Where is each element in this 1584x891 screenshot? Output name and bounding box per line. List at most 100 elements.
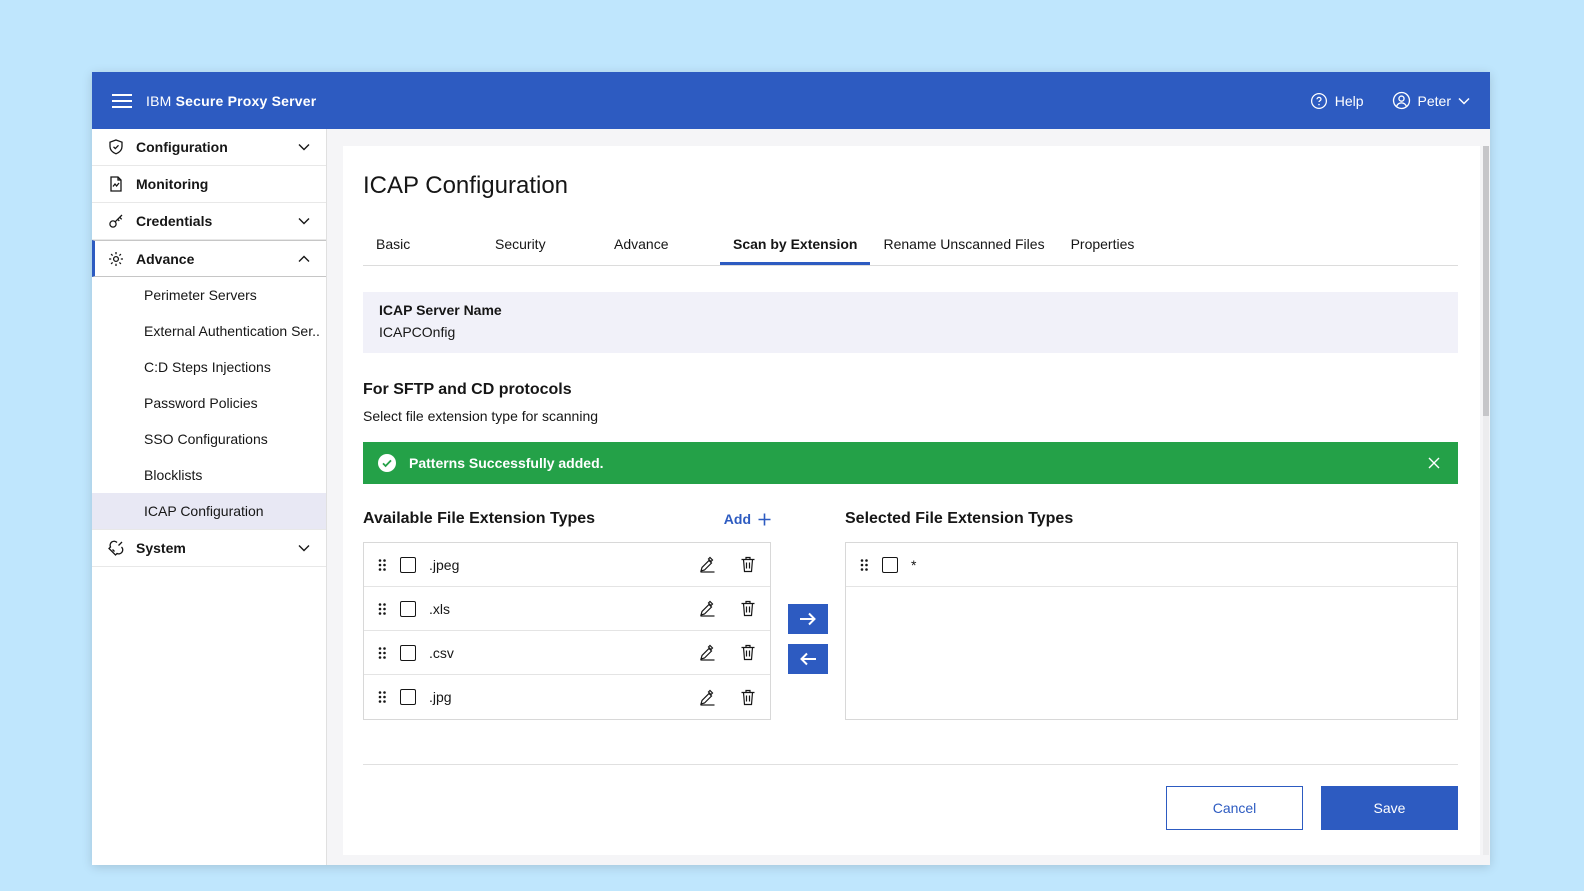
key-icon bbox=[108, 213, 124, 229]
table-row: .jpg bbox=[364, 675, 770, 719]
tools-icon bbox=[108, 540, 124, 556]
server-name-value: ICAPCOnfig bbox=[379, 324, 1442, 340]
trash-icon bbox=[740, 600, 756, 617]
extension-label: .jpeg bbox=[429, 557, 459, 573]
arrow-left-icon bbox=[799, 652, 817, 666]
sidebar-item-label: Monitoring bbox=[136, 176, 208, 192]
chevron-down-icon bbox=[298, 217, 310, 225]
sub-item-label: ICAP Configuration bbox=[144, 503, 264, 519]
sub-item-label: Password Policies bbox=[144, 395, 258, 411]
table-row: .csv bbox=[364, 631, 770, 675]
drag-handle-icon[interactable] bbox=[376, 601, 388, 617]
brand-name: Secure Proxy Server bbox=[176, 93, 317, 109]
app-window: IBM Secure Proxy Server Help Peter bbox=[92, 72, 1490, 865]
sidebar-item-external-authentication[interactable]: External Authentication Ser.. bbox=[92, 313, 326, 349]
vertical-scrollbar[interactable] bbox=[1483, 146, 1489, 855]
sidebar-item-label: Credentials bbox=[136, 213, 212, 229]
sidebar-item-cd-steps-injections[interactable]: C:D Steps Injections bbox=[92, 349, 326, 385]
sidebar-item-label: Advance bbox=[136, 251, 194, 267]
sidebar-item-icap-configuration[interactable]: ICAP Configuration bbox=[92, 493, 326, 529]
tab-scan-by-extension[interactable]: Scan by Extension bbox=[720, 224, 870, 265]
section-subtitle: Select file extension type for scanning bbox=[363, 408, 1458, 424]
extension-label: .csv bbox=[429, 645, 454, 661]
sidebar-item-password-policies[interactable]: Password Policies bbox=[92, 385, 326, 421]
user-name: Peter bbox=[1418, 93, 1451, 109]
advance-sub-menu: Perimeter Servers External Authenticatio… bbox=[92, 277, 326, 530]
table-row: .xls bbox=[364, 587, 770, 631]
sidebar-item-configuration[interactable]: Configuration bbox=[92, 129, 326, 166]
tab-advance[interactable]: Advance bbox=[601, 224, 720, 265]
chevron-down-icon bbox=[298, 143, 310, 151]
edit-button[interactable] bbox=[697, 598, 718, 619]
sidebar-item-sso-configurations[interactable]: SSO Configurations bbox=[92, 421, 326, 457]
edit-button[interactable] bbox=[697, 642, 718, 663]
tab-bar: Basic Security Advance Scan by Extension… bbox=[363, 224, 1458, 266]
edit-button[interactable] bbox=[697, 687, 718, 708]
tab-security[interactable]: Security bbox=[482, 224, 601, 265]
selected-extensions-title: Selected File Extension Types bbox=[845, 510, 1073, 528]
sub-item-label: External Authentication Ser.. bbox=[144, 323, 320, 339]
sidebar-item-blocklists[interactable]: Blocklists bbox=[92, 457, 326, 493]
drag-handle-icon[interactable] bbox=[376, 689, 388, 705]
section-title: For SFTP and CD protocols bbox=[363, 381, 1458, 399]
notification-message: Patterns Successfully added. bbox=[409, 455, 604, 471]
sidebar-item-monitoring[interactable]: Monitoring bbox=[92, 166, 326, 203]
cancel-button[interactable]: Cancel bbox=[1166, 786, 1303, 830]
row-checkbox[interactable] bbox=[400, 645, 416, 661]
row-checkbox[interactable] bbox=[400, 557, 416, 573]
row-checkbox[interactable] bbox=[882, 557, 898, 573]
move-left-button[interactable] bbox=[788, 644, 828, 674]
delete-button[interactable] bbox=[738, 598, 758, 619]
close-notification-button[interactable] bbox=[1424, 453, 1444, 473]
hamburger-icon bbox=[112, 94, 132, 108]
add-extension-button[interactable]: Add bbox=[724, 511, 771, 527]
drag-handle-icon[interactable] bbox=[376, 645, 388, 661]
trash-icon bbox=[740, 644, 756, 661]
scrollbar-thumb[interactable] bbox=[1483, 146, 1489, 416]
delete-button[interactable] bbox=[738, 687, 758, 708]
row-checkbox[interactable] bbox=[400, 689, 416, 705]
server-name-label: ICAP Server Name bbox=[379, 302, 1442, 318]
save-button[interactable]: Save bbox=[1321, 786, 1458, 830]
brand-prefix: IBM bbox=[146, 93, 172, 109]
drag-handle-icon[interactable] bbox=[376, 557, 388, 573]
arrow-right-icon bbox=[799, 612, 817, 626]
form-footer: Cancel Save bbox=[363, 764, 1458, 830]
selected-extensions-table: * bbox=[845, 542, 1458, 720]
transfer-controls bbox=[771, 604, 845, 674]
sidebar-item-system[interactable]: System bbox=[92, 530, 326, 567]
tab-basic[interactable]: Basic bbox=[363, 224, 482, 265]
delete-button[interactable] bbox=[738, 554, 758, 575]
chevron-down-icon bbox=[298, 544, 310, 552]
help-icon bbox=[1310, 92, 1328, 110]
edit-pencil-icon bbox=[699, 556, 716, 573]
available-extensions-panel: Available File Extension Types Add bbox=[363, 508, 771, 720]
edit-pencil-icon bbox=[699, 644, 716, 661]
edit-pencil-icon bbox=[699, 689, 716, 706]
user-icon bbox=[1392, 91, 1411, 110]
page-title: ICAP Configuration bbox=[363, 172, 1458, 200]
row-checkbox[interactable] bbox=[400, 601, 416, 617]
sub-item-label: Perimeter Servers bbox=[144, 287, 257, 303]
sidebar-item-perimeter-servers[interactable]: Perimeter Servers bbox=[92, 277, 326, 313]
trash-icon bbox=[740, 556, 756, 573]
drag-handle-icon[interactable] bbox=[858, 557, 870, 573]
tab-properties[interactable]: Properties bbox=[1058, 224, 1177, 265]
close-icon bbox=[1428, 457, 1440, 469]
tab-rename-unscanned-files[interactable]: Rename Unscanned Files bbox=[870, 224, 1057, 265]
menu-button[interactable] bbox=[112, 94, 132, 108]
help-button[interactable]: Help bbox=[1310, 92, 1364, 110]
chevron-down-icon bbox=[1458, 97, 1470, 105]
move-right-button[interactable] bbox=[788, 604, 828, 634]
sidebar-item-advance[interactable]: Advance bbox=[92, 240, 326, 277]
help-label: Help bbox=[1335, 93, 1364, 109]
server-name-info-box: ICAP Server Name ICAPCOnfig bbox=[363, 292, 1458, 353]
table-row: .jpeg bbox=[364, 543, 770, 587]
monitoring-icon bbox=[108, 176, 124, 192]
delete-button[interactable] bbox=[738, 642, 758, 663]
sidebar-item-credentials[interactable]: Credentials bbox=[92, 203, 326, 240]
user-menu-button[interactable]: Peter bbox=[1392, 91, 1470, 110]
edit-button[interactable] bbox=[697, 554, 718, 575]
success-notification: Patterns Successfully added. bbox=[363, 442, 1458, 484]
app-brand: IBM Secure Proxy Server bbox=[146, 93, 316, 109]
